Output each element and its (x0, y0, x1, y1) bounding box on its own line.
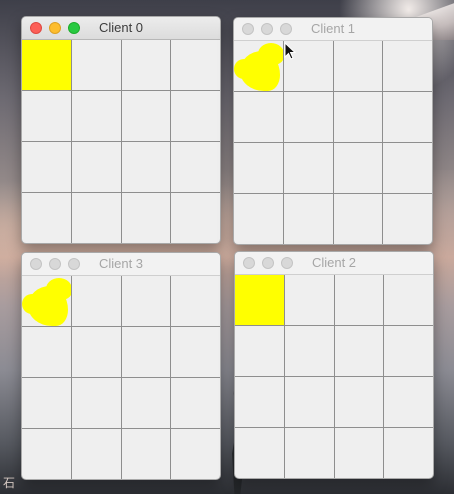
window-titlebar[interactable]: Client 2 (235, 252, 433, 275)
grid-cell[interactable] (71, 429, 121, 479)
grid-cell[interactable] (71, 327, 121, 377)
grid-cell[interactable] (171, 142, 220, 192)
grid-cell[interactable] (333, 194, 383, 244)
mouse-pointer-icon (284, 42, 296, 60)
grid-cell[interactable] (22, 193, 71, 243)
window-titlebar[interactable]: Client 1 (234, 18, 432, 41)
grid-cell[interactable] (171, 91, 220, 141)
grid-cell[interactable] (334, 275, 384, 325)
grid-cell[interactable] (384, 428, 433, 478)
drawing-grid[interactable] (22, 276, 220, 479)
grid-cell[interactable] (333, 143, 383, 193)
grid-cell[interactable] (71, 378, 121, 428)
grid-cell[interactable] (121, 193, 171, 243)
client-window-2[interactable]: Client 2 (234, 251, 434, 479)
grid-cell[interactable] (121, 429, 171, 479)
grid-cell[interactable] (121, 142, 171, 192)
grid-cell[interactable] (121, 378, 171, 428)
grid-cell[interactable] (333, 41, 383, 91)
grid-cell[interactable] (235, 326, 284, 376)
grid-cell-filled[interactable] (235, 275, 284, 325)
grid-cell[interactable] (334, 326, 384, 376)
grid-cell[interactable] (284, 326, 334, 376)
grid-cell[interactable] (235, 428, 284, 478)
grid-cell[interactable] (171, 327, 220, 377)
grid-cell[interactable] (384, 326, 433, 376)
grid-cell[interactable] (384, 275, 433, 325)
grid-cell[interactable] (71, 91, 121, 141)
yellow-scribble (234, 43, 283, 91)
grid-cell[interactable] (234, 194, 283, 244)
grid-cell[interactable] (22, 327, 71, 377)
grid-cell[interactable] (384, 377, 433, 427)
grid-cell[interactable] (283, 194, 333, 244)
grid-cell[interactable] (22, 429, 71, 479)
grid-cell[interactable] (121, 327, 171, 377)
client-window-1[interactable]: Client 1 (233, 17, 433, 245)
grid-cell[interactable] (234, 143, 283, 193)
window-title: Client 3 (98, 256, 144, 271)
grid-cell[interactable] (171, 378, 220, 428)
grid-cell[interactable] (22, 91, 71, 141)
grid-cell[interactable] (121, 276, 171, 326)
grid-cell[interactable] (284, 428, 334, 478)
client-window-0[interactable]: Client 0 (21, 16, 221, 244)
grid-cell[interactable] (121, 40, 171, 90)
grid-cell[interactable] (383, 194, 432, 244)
client-window-3[interactable]: Client 3 (21, 252, 221, 480)
window-title: Client 0 (98, 20, 144, 35)
grid-cell[interactable] (171, 40, 220, 90)
grid-cell[interactable] (235, 377, 284, 427)
grid-cell[interactable] (334, 428, 384, 478)
grid-cell[interactable] (333, 92, 383, 142)
window-title: Client 2 (311, 255, 357, 270)
drawing-grid[interactable] (22, 40, 220, 243)
grid-cell[interactable] (71, 40, 121, 90)
grid-cell[interactable] (284, 275, 334, 325)
grid-cell[interactable] (22, 142, 71, 192)
grid-cell[interactable] (71, 193, 121, 243)
grid-cell[interactable] (284, 377, 334, 427)
window-title: Client 1 (310, 21, 356, 36)
grid-cell[interactable] (171, 276, 220, 326)
window-titlebar[interactable]: Client 0 (22, 17, 220, 40)
grid-cell[interactable] (383, 92, 432, 142)
grid-cell[interactable] (383, 143, 432, 193)
grid-cell[interactable] (171, 429, 220, 479)
grid-cell[interactable] (334, 377, 384, 427)
grid-cell[interactable] (171, 193, 220, 243)
grid-cell-scribbled[interactable] (22, 276, 71, 326)
grid-cell[interactable] (234, 92, 283, 142)
grid-cell[interactable] (22, 378, 71, 428)
yellow-scribble (22, 278, 71, 326)
grid-cell[interactable] (71, 142, 121, 192)
drawing-grid[interactable] (235, 275, 433, 478)
drawing-grid[interactable] (234, 41, 432, 244)
grid-cell[interactable] (121, 91, 171, 141)
grid-cell[interactable] (383, 41, 432, 91)
grid-cell-scribbled[interactable] (234, 41, 283, 91)
window-titlebar[interactable]: Client 3 (22, 253, 220, 276)
grid-cell[interactable] (283, 143, 333, 193)
grid-cell-filled[interactable] (22, 40, 71, 90)
grid-cell[interactable] (71, 276, 121, 326)
grid-cell[interactable] (283, 92, 333, 142)
